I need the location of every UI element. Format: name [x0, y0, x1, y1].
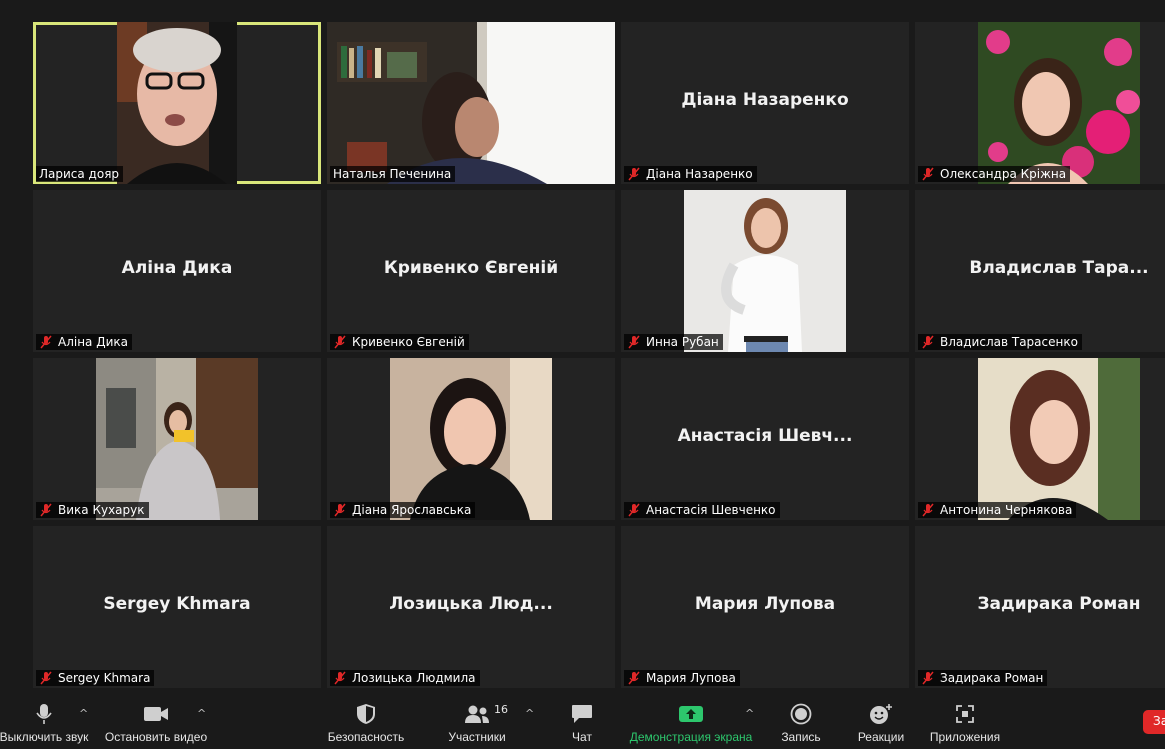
- participant-name-label: Діана Ярославська: [330, 502, 476, 518]
- stop-video-button[interactable]: Остановить видео: [102, 701, 210, 747]
- record-label: Запись: [781, 730, 821, 744]
- participant-tile[interactable]: Діана Назаренко Діана Назаренко: [621, 22, 909, 184]
- mute-button[interactable]: Выключить звук: [0, 701, 90, 747]
- mic-muted-icon: [334, 671, 346, 685]
- video-grid: Лариса дояр Наталья Печенина Діана Назар…: [0, 0, 1165, 695]
- participant-name-label: Наталья Печенина: [330, 166, 456, 182]
- participant-display-name: Лозицька Люд...: [389, 594, 553, 614]
- share-screen-icon: [679, 706, 703, 722]
- participant-tile[interactable]: Антонина Чернякова: [915, 358, 1165, 520]
- microphone-icon: [36, 704, 52, 724]
- participant-tile[interactable]: Вика Кухарук: [33, 358, 321, 520]
- chat-label: Чат: [572, 730, 592, 744]
- participant-tile[interactable]: Лозицька Люд... Лозицька Людмила: [327, 526, 615, 688]
- meeting-toolbar: Выключить звук ^ Остановить видео ^ Безо…: [0, 695, 1165, 749]
- mic-muted-icon: [922, 503, 934, 517]
- stop-video-label: Остановить видео: [104, 730, 208, 744]
- participant-tile[interactable]: Кривенко Євгеній Кривенко Євгеній: [327, 190, 615, 352]
- mic-muted-icon: [40, 335, 52, 349]
- end-meeting-button[interactable]: За: [1143, 710, 1165, 734]
- participant-display-name: Задирака Роман: [977, 594, 1141, 614]
- participant-video: [978, 22, 1140, 184]
- participant-name-label: Діана Назаренко: [624, 166, 757, 182]
- participant-name-label: Анастасія Шевченко: [624, 502, 780, 518]
- video-camera-icon: [144, 707, 168, 721]
- participant-tile[interactable]: Анастасія Шевч... Анастасія Шевченко: [621, 358, 909, 520]
- chat-button[interactable]: Чат: [566, 701, 598, 747]
- participant-name-label: Олександра Кріжна: [918, 166, 1071, 182]
- record-icon: [790, 703, 812, 725]
- reactions-icon: [870, 704, 892, 724]
- share-screen-label: Демонстрация экрана: [629, 730, 753, 744]
- participants-options-caret[interactable]: ^: [525, 707, 534, 720]
- apps-label: Приложения: [929, 730, 1001, 744]
- participant-tile[interactable]: Инна Рубан: [621, 190, 909, 352]
- participant-tile[interactable]: Олександра Кріжна: [915, 22, 1165, 184]
- participants-count: 16: [494, 703, 508, 716]
- apps-button[interactable]: Приложения: [926, 701, 1004, 747]
- share-options-caret[interactable]: ^: [745, 707, 754, 720]
- participant-display-name: Владислав Тара...: [969, 258, 1149, 278]
- participant-name-label: Аліна Дика: [36, 334, 133, 350]
- apps-icon: [956, 705, 974, 723]
- participant-tile[interactable]: Аліна Дика Аліна Дика: [33, 190, 321, 352]
- participants-icon: [465, 705, 489, 723]
- shield-icon: [357, 704, 375, 724]
- participant-tile[interactable]: Наталья Печенина: [327, 22, 615, 184]
- participant-video: [96, 358, 258, 520]
- mic-muted-icon: [334, 503, 346, 517]
- participant-display-name: Мария Лупова: [694, 594, 836, 614]
- mute-button-label: Выключить звук: [0, 730, 89, 744]
- participant-name-label: Лариса дояр: [36, 166, 124, 182]
- participant-video: [684, 190, 846, 352]
- mic-muted-icon: [40, 671, 52, 685]
- participants-label: Участники: [448, 730, 506, 744]
- participant-tile[interactable]: Владислав Тара... Владислав Тарасенко: [915, 190, 1165, 352]
- participant-video: [117, 22, 237, 184]
- participant-name-label: Лозицька Людмила: [330, 670, 480, 686]
- video-options-caret[interactable]: ^: [197, 707, 206, 720]
- participant-name-label: Антонина Чернякова: [918, 502, 1077, 518]
- participant-name-label: Sergey Khmara: [36, 670, 155, 686]
- participant-name-label: Инна Рубан: [624, 334, 723, 350]
- participant-name-label: Мария Лупова: [624, 670, 740, 686]
- participant-name-label: Владислав Тарасенко: [918, 334, 1082, 350]
- reactions-button[interactable]: Реакции: [856, 701, 906, 747]
- participant-tile[interactable]: Задирака Роман Задирака Роман: [915, 526, 1165, 688]
- record-button[interactable]: Запись: [778, 701, 824, 747]
- participant-tile[interactable]: Мария Лупова Мария Лупова: [621, 526, 909, 688]
- mic-muted-icon: [628, 671, 640, 685]
- reactions-label: Реакции: [857, 730, 905, 744]
- participant-name-label: Кривенко Євгеній: [330, 334, 469, 350]
- participant-video: [978, 358, 1140, 520]
- participant-name-label: Вика Кухарук: [36, 502, 149, 518]
- participant-video: [390, 358, 552, 520]
- chat-icon: [572, 705, 592, 723]
- security-label: Безопасность: [327, 730, 405, 744]
- share-screen-button[interactable]: Демонстрация экрана: [626, 701, 756, 747]
- participant-tile[interactable]: Діана Ярославська: [327, 358, 615, 520]
- participant-tile[interactable]: Лариса дояр: [33, 22, 321, 184]
- participant-display-name: Sergey Khmara: [103, 594, 251, 614]
- mic-muted-icon: [922, 671, 934, 685]
- mic-muted-icon: [40, 503, 52, 517]
- participant-display-name: Анастасія Шевч...: [677, 426, 853, 446]
- mic-muted-icon: [334, 335, 346, 349]
- security-button[interactable]: Безопасность: [326, 701, 406, 747]
- participant-tile[interactable]: Sergey Khmara Sergey Khmara: [33, 526, 321, 688]
- mic-muted-icon: [628, 335, 640, 349]
- participant-display-name: Діана Назаренко: [681, 90, 849, 110]
- mic-muted-icon: [922, 167, 934, 181]
- mic-muted-icon: [628, 503, 640, 517]
- mic-muted-icon: [628, 167, 640, 181]
- participant-video: [327, 22, 615, 184]
- participant-display-name: Аліна Дика: [121, 258, 233, 278]
- participant-name-label: Задирака Роман: [918, 670, 1048, 686]
- audio-options-caret[interactable]: ^: [79, 707, 88, 720]
- participant-display-name: Кривенко Євгеній: [383, 258, 559, 278]
- mic-muted-icon: [922, 335, 934, 349]
